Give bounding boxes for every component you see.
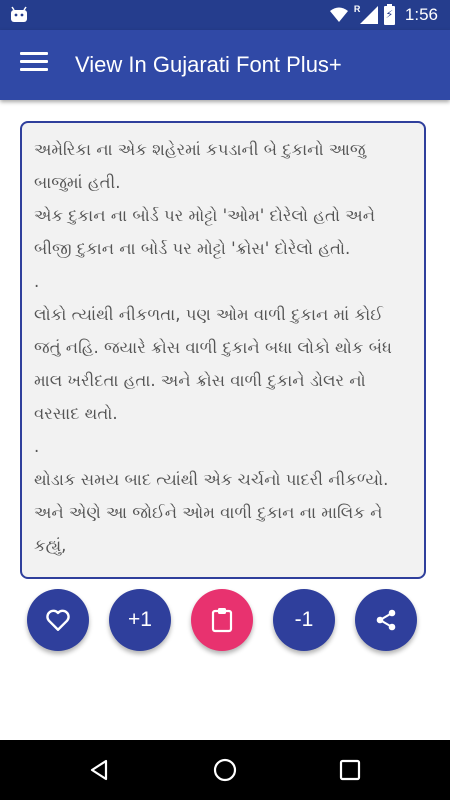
app-bar: View In Gujarati Font Plus+ xyxy=(0,30,450,100)
menu-icon[interactable] xyxy=(20,52,48,78)
signal-icon xyxy=(359,6,378,24)
minus-one-label: -1 xyxy=(294,608,314,631)
decrease-font-button[interactable]: -1 xyxy=(273,589,335,651)
navigation-bar xyxy=(0,740,450,800)
action-buttons: +1 -1 xyxy=(0,589,450,651)
text-paragraph: થોડાક સમય બાદ ત્યાંથી એક ચર્ચનો પાદરી ની… xyxy=(34,470,394,555)
copy-button[interactable] xyxy=(191,589,253,651)
text-paragraph: એક દુકાન ના બોર્ડ પર મોટ્ટો 'ઓમ' દોરેલો … xyxy=(34,206,381,258)
share-icon xyxy=(376,609,396,631)
charging-indicator: ⚡ xyxy=(385,7,394,21)
home-icon[interactable] xyxy=(210,755,240,785)
share-button[interactable] xyxy=(355,589,417,651)
back-icon[interactable] xyxy=(84,755,114,785)
text-paragraph: લોકો ત્યાંથી નીકળતા, પણ ઓમ વાળી દુકાન મા… xyxy=(34,305,398,423)
text-paragraph: . xyxy=(34,272,40,291)
recents-icon[interactable] xyxy=(335,755,365,785)
gujarati-text-view[interactable]: અમેરિકા ના એક શહેરમાં કપડાની બે દુકાનો આ… xyxy=(20,121,426,579)
battery-icon: ⚡ xyxy=(383,3,395,25)
android-icon xyxy=(11,6,27,22)
heart-icon xyxy=(46,609,70,631)
app-title: View In Gujarati Font Plus+ xyxy=(75,52,342,77)
like-button[interactable] xyxy=(27,589,89,651)
status-bar: R ⚡ 1:56 xyxy=(0,0,450,30)
plus-one-label: +1 xyxy=(128,608,152,631)
text-paragraph: અમેરિકા ના એક શહેરમાં કપડાની બે દુકાનો આ… xyxy=(34,140,371,192)
clipboard-icon xyxy=(211,608,233,633)
wifi-icon xyxy=(329,7,348,22)
status-time: 1:56 xyxy=(404,5,438,24)
text-paragraph: . xyxy=(34,437,40,456)
increase-font-button[interactable]: +1 xyxy=(109,589,171,651)
